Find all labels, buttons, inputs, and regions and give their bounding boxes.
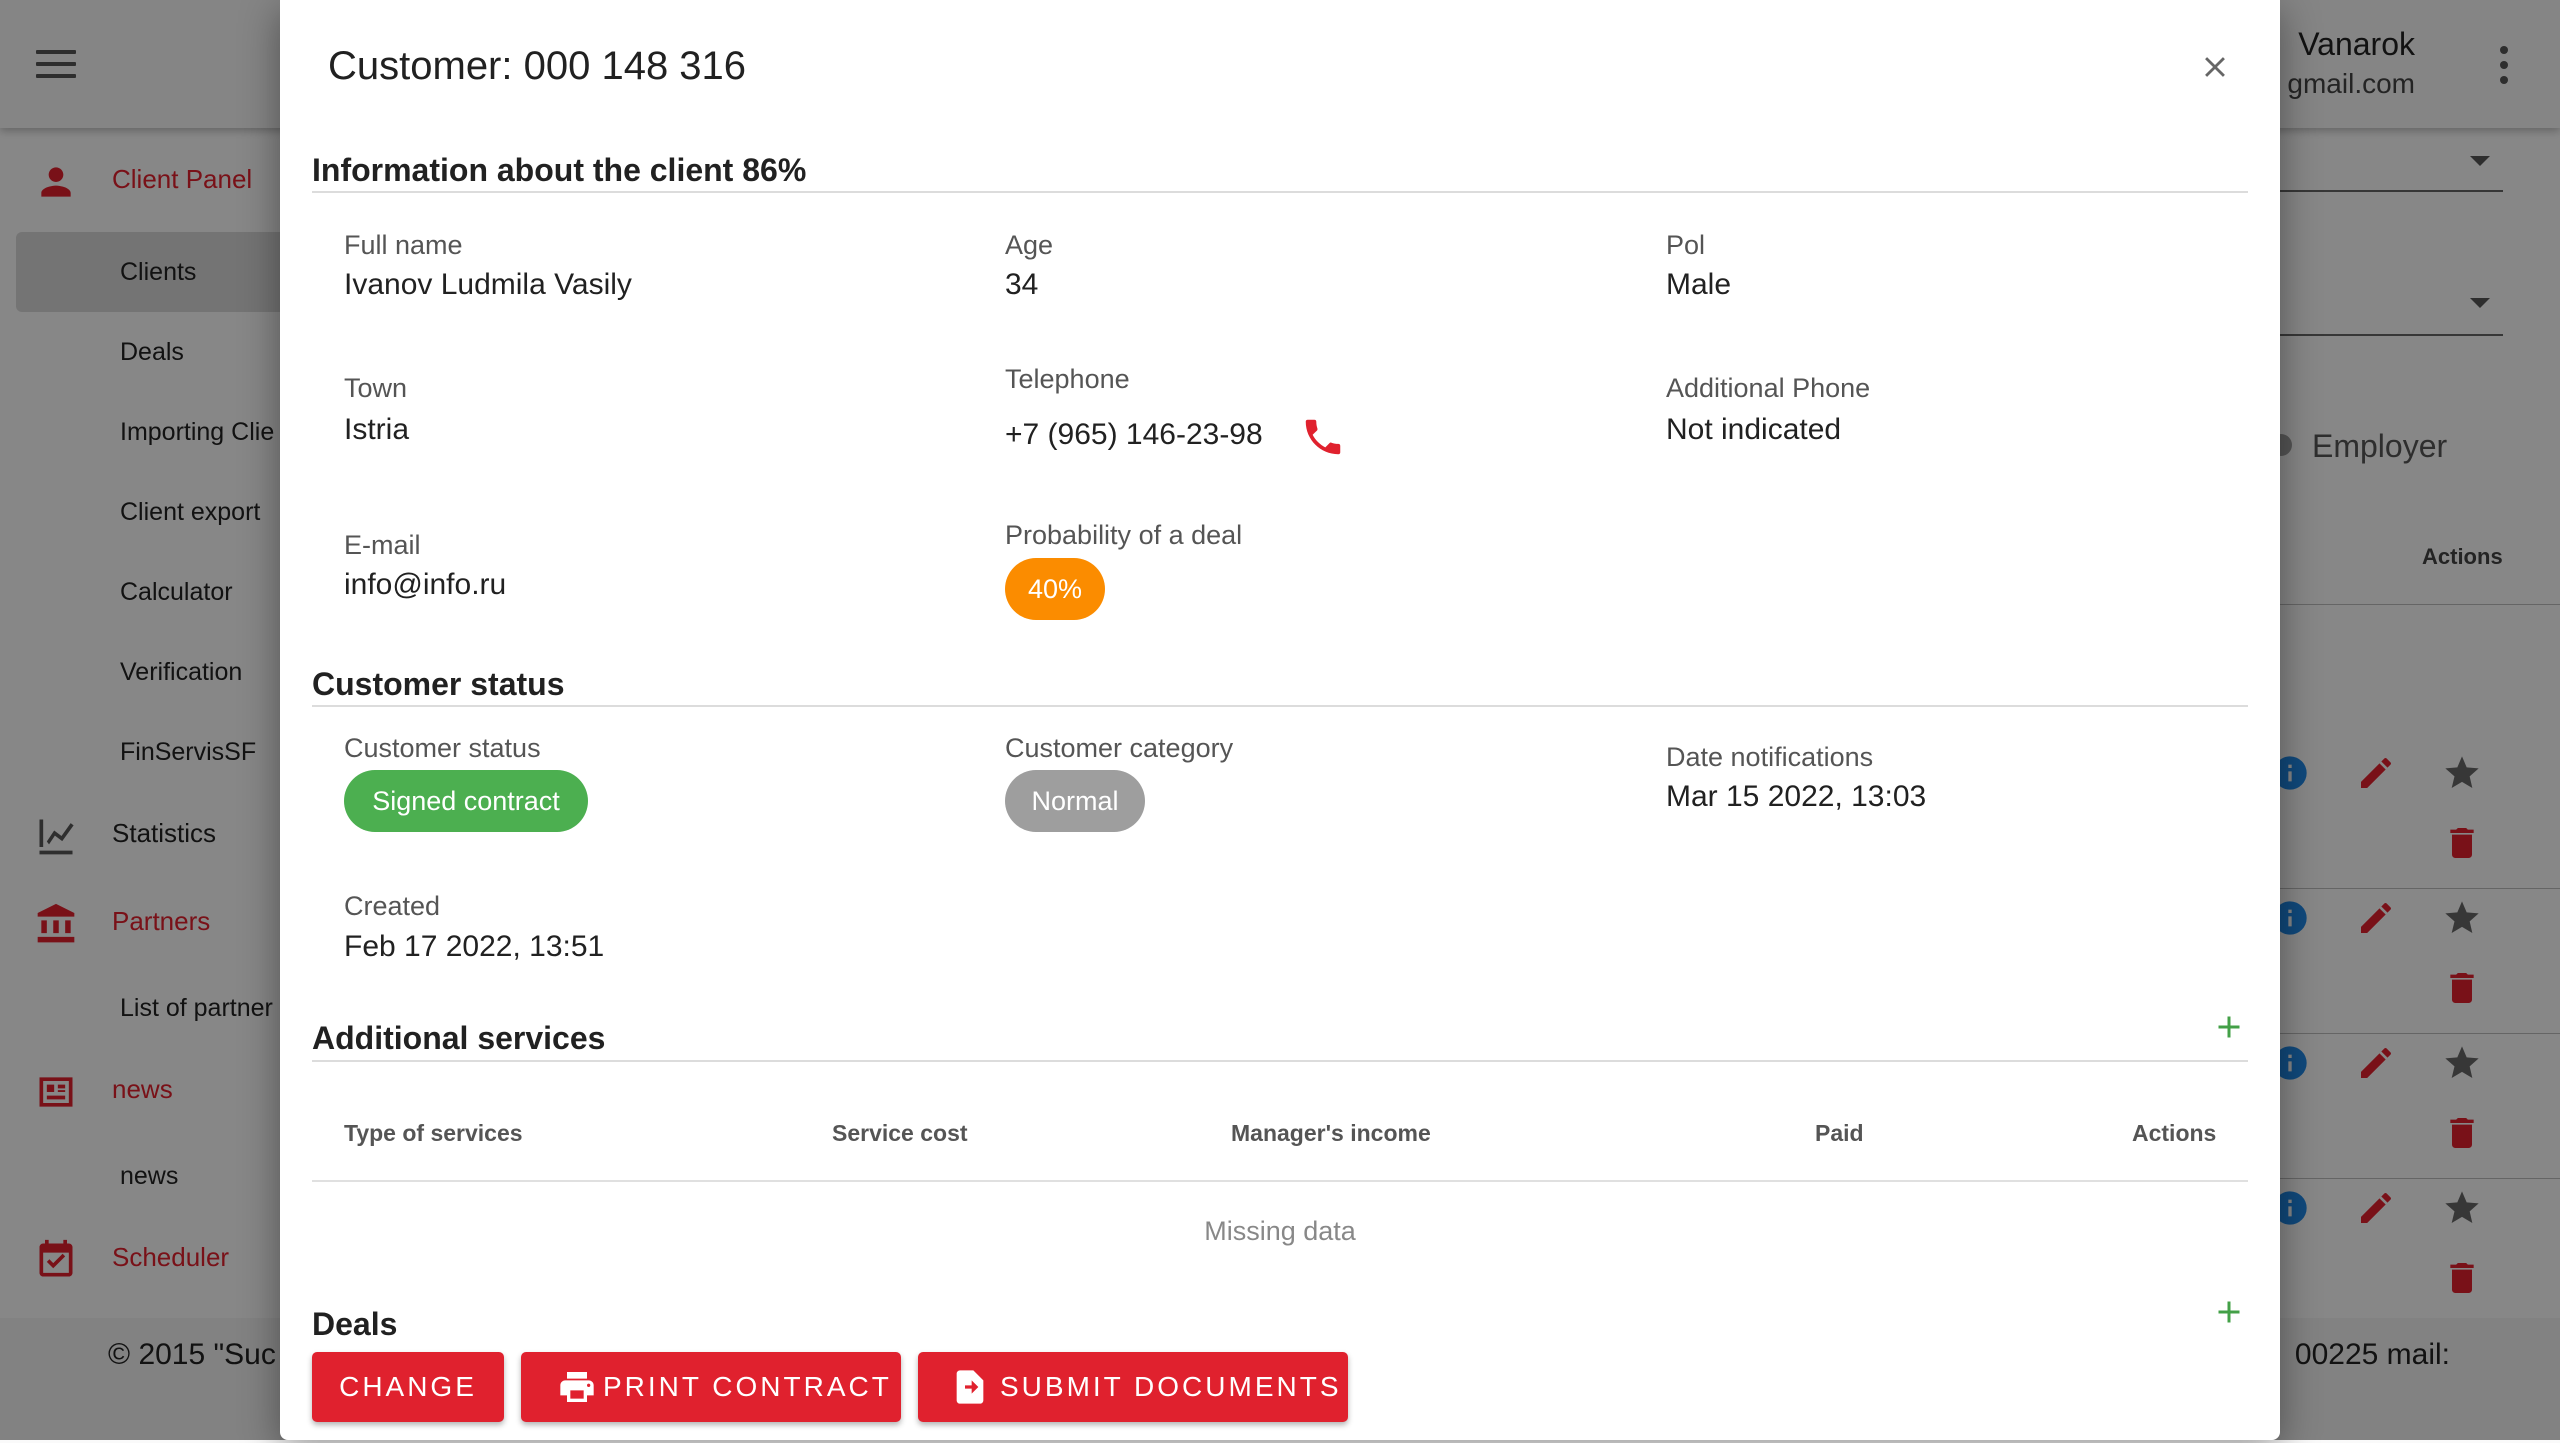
additional-phone-value: Not indicated <box>1666 413 1842 446</box>
additional-phone-label: Additional Phone <box>1666 373 1871 403</box>
table-header-divider <box>312 1180 2248 1182</box>
column-header-type[interactable]: Type of services <box>344 1120 523 1147</box>
age-label: Age <box>1005 230 1054 260</box>
email-label: E-mail <box>344 530 421 560</box>
date-notifications-label: Date notifications <box>1666 742 1874 772</box>
column-header-actions: Actions <box>2132 1120 2217 1146</box>
gender-label: Pol <box>1666 230 1706 260</box>
submit-documents-label: Submit documents <box>1000 1371 1342 1402</box>
full-name-value: Ivanov Ludmila Vasily <box>344 268 632 301</box>
print-contract-label: Print contract <box>603 1371 892 1402</box>
section-title-customer-status: Customer status <box>312 666 565 702</box>
file-send-icon <box>956 1370 984 1404</box>
change-button-label: Change <box>339 1371 477 1402</box>
customer-status-chip[interactable]: Signed contract <box>344 770 588 832</box>
created-value: Feb 17 2022, 13:51 <box>344 930 605 963</box>
column-header-cost[interactable]: Service cost <box>832 1120 968 1147</box>
telephone-label: Telephone <box>1005 364 1130 394</box>
phone-icon[interactable] <box>1300 414 1346 460</box>
submit-documents-button[interactable]: Submit documents <box>918 1352 1348 1422</box>
full-name-label: Full name <box>344 230 463 260</box>
printer-icon <box>560 1372 594 1402</box>
town-value: Istria <box>344 413 410 446</box>
section-divider <box>312 705 2248 707</box>
customer-dialog: Customer: 000 148 316 Information about … <box>280 0 2280 1440</box>
telephone-value: +7 (965) 146-23-98 <box>1005 418 1263 451</box>
column-header-manager-income[interactable]: Manager's income <box>1231 1120 1431 1147</box>
customer-category-label: Customer category <box>1005 733 1234 763</box>
section-title-information: Information about the client 86% <box>312 152 807 188</box>
probability-chip: 40% <box>1005 558 1105 620</box>
empty-table-message: Missing data <box>1204 1216 1356 1246</box>
age-value: 34 <box>1005 268 1039 301</box>
gender-value: Male <box>1666 268 1732 301</box>
print-contract-button[interactable]: Print contract <box>521 1352 901 1422</box>
created-label: Created <box>344 891 441 921</box>
section-title-additional-services: Additional services <box>312 1020 606 1056</box>
close-icon[interactable] <box>2198 50 2232 84</box>
customer-category-chip[interactable]: Normal <box>1005 770 1145 832</box>
customer-status-label: Customer status <box>344 733 541 763</box>
section-title-deals: Deals <box>312 1306 398 1342</box>
date-notifications-value: Mar 15 2022, 13:03 <box>1666 780 1927 813</box>
email-value: info@info.ru <box>344 568 507 601</box>
dialog-title: Customer: 000 148 316 <box>328 44 747 88</box>
probability-label: Probability of a deal <box>1005 520 1243 550</box>
section-divider <box>312 1060 2248 1062</box>
change-button[interactable]: Change <box>312 1352 504 1422</box>
add-deal-icon[interactable] <box>2211 1294 2247 1330</box>
add-service-icon[interactable] <box>2211 1009 2247 1045</box>
column-header-paid[interactable]: Paid <box>1815 1120 1864 1147</box>
section-divider <box>312 191 2248 193</box>
town-label: Town <box>344 373 408 403</box>
